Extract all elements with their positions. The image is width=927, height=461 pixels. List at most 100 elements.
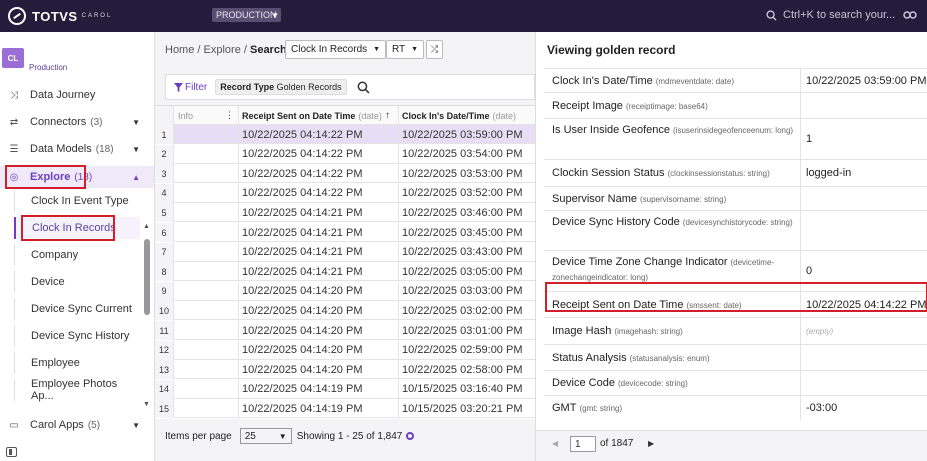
column-divider xyxy=(800,345,801,371)
record-field-row: Device Code (devicecode: string) xyxy=(544,371,927,396)
info-cell[interactable] xyxy=(174,144,239,164)
column-header-clock-in[interactable]: Clock In's Date/Time (date) xyxy=(399,106,535,125)
info-cell[interactable] xyxy=(174,321,239,340)
info-cell[interactable] xyxy=(174,340,239,360)
info-cell[interactable] xyxy=(174,262,239,282)
previous-record-icon[interactable]: ◀ xyxy=(552,439,558,448)
table-row[interactable]: 11 10/22/2025 04:14:20 PM 10/22/2025 03:01… xyxy=(155,321,535,340)
table-row[interactable]: 13 10/22/2025 04:14:20 PM 10/22/2025 02:58… xyxy=(155,360,535,380)
sidebar-item-data-journey[interactable]: ⤨ Data Journey xyxy=(0,84,154,106)
field-key: (clockinsessionstatus: string) xyxy=(667,169,770,178)
sidebar-subitem[interactable]: Device Sync Current xyxy=(14,298,140,320)
scrollbar-thumb[interactable] xyxy=(144,239,150,315)
info-icon[interactable] xyxy=(406,432,415,440)
table-row[interactable]: 1 10/22/2025 04:14:22 PM 10/22/2025 03:59:… xyxy=(155,125,535,144)
field-label: Status Analysis (statusanalysis: enum) xyxy=(552,351,797,366)
sidebar-subitem[interactable]: Device xyxy=(14,271,140,293)
sidebar-subitem[interactable]: Clock In Event Type xyxy=(14,190,140,212)
info-cell[interactable] xyxy=(174,223,239,242)
environment-selector[interactable]: PRODUCTION xyxy=(212,8,281,22)
table-row[interactable]: 15 10/22/2025 04:14:19 PM 10/15/2025 03:20… xyxy=(155,399,535,419)
caret-down-icon[interactable]: ▾ xyxy=(273,10,278,21)
row-number: 1 xyxy=(155,125,174,144)
scroll-up-icon[interactable]: ▲ xyxy=(143,223,150,230)
field-key: (isuserinsidegeofenceenum: long) xyxy=(673,126,794,135)
receipt-sent-cell: 10/22/2025 04:14:20 PM xyxy=(239,281,399,301)
project-header[interactable]: CL Production xyxy=(2,48,67,72)
receipt-sent-cell: 10/22/2025 04:14:21 PM xyxy=(239,203,399,223)
table-row[interactable]: 4 10/22/2025 04:14:22 PM 10/22/2025 03:52:… xyxy=(155,183,535,203)
column-divider xyxy=(800,119,801,160)
model-select[interactable]: Clock In Records ▼ xyxy=(285,40,387,59)
receipt-sent-cell: 10/22/2025 04:14:21 PM xyxy=(239,242,399,262)
field-key: (gmt: string) xyxy=(579,404,623,413)
next-record-icon[interactable]: ▶ xyxy=(648,439,654,448)
global-search[interactable]: Ctrl+K to search your... xyxy=(766,9,895,21)
search-icon[interactable] xyxy=(357,81,370,94)
field-name: Device Code xyxy=(552,377,615,389)
caret-down-icon: ▼ xyxy=(278,431,287,441)
breadcrumb-home[interactable]: Home xyxy=(165,44,194,56)
table-row[interactable]: 7 10/22/2025 04:14:21 PM 10/22/2025 03:43:… xyxy=(155,242,535,262)
header-label: Clock In's Date/Time xyxy=(402,110,490,121)
filter-button[interactable]: Filter xyxy=(174,82,207,93)
info-cell[interactable] xyxy=(174,203,239,223)
info-cell[interactable] xyxy=(174,281,239,301)
totvs-logo[interactable]: TOTVS CAROL xyxy=(8,7,112,25)
info-cell[interactable] xyxy=(174,125,239,144)
sidebar-subitem[interactable]: Employee Photos Ap... xyxy=(14,378,140,402)
table-row[interactable]: 9 10/22/2025 04:14:20 PM 10/22/2025 03:03:… xyxy=(155,281,535,301)
info-cell[interactable] xyxy=(174,379,239,399)
sidebar-scrollbar[interactable]: ▲ ▼ xyxy=(143,223,150,440)
sort-ascending-icon[interactable]: ↑ xyxy=(385,110,390,121)
field-value: (empty) xyxy=(806,327,834,336)
column-header-receipt-sent[interactable]: Receipt Sent on Date Time (date) ↑ xyxy=(239,106,399,125)
field-value: 0 xyxy=(806,265,813,277)
table-row[interactable]: 3 10/22/2025 04:14:22 PM 10/22/2025 03:53:… xyxy=(155,164,535,184)
sidebar-subitem[interactable]: Device Sync History xyxy=(14,325,140,347)
sidebar-item-label: Data Models xyxy=(30,143,92,155)
field-key: (mdmeventdate: date) xyxy=(655,77,734,86)
record-type-select[interactable]: RT ▼ xyxy=(386,40,425,59)
highlight-clock-in-records xyxy=(21,215,115,241)
sidebar-subitem[interactable]: Company xyxy=(14,244,140,266)
shuffle-button[interactable]: ⤮ xyxy=(426,40,443,59)
chevron-down-icon: ▼ xyxy=(132,117,140,127)
info-cell[interactable] xyxy=(174,242,239,262)
table-row[interactable]: 12 10/22/2025 04:14:20 PM 10/22/2025 02:59… xyxy=(155,340,535,360)
sidebar-item-connectors[interactable]: ⇄ Connectors (3) ▼ xyxy=(0,111,154,133)
collapse-sidebar-icon[interactable] xyxy=(6,447,17,457)
column-divider xyxy=(800,187,801,211)
link-icon[interactable] xyxy=(903,9,917,21)
info-cell[interactable] xyxy=(174,399,239,419)
info-cell[interactable] xyxy=(174,301,239,321)
receipt-sent-cell: 10/22/2025 04:14:20 PM xyxy=(239,340,399,360)
header-label: Info xyxy=(178,110,194,121)
sidebar-item-data-models[interactable]: ☰ Data Models (18) ▼ xyxy=(0,138,154,160)
filter-tag-value: Golden Records xyxy=(276,82,342,92)
filter-label: Filter xyxy=(185,81,208,93)
info-cell[interactable] xyxy=(174,164,239,184)
column-header-info[interactable]: Info ⋮ xyxy=(174,106,239,125)
table-row[interactable]: 10 10/22/2025 04:14:20 PM 10/22/2025 03:02… xyxy=(155,301,535,321)
record-field-row: Image Hash (imagehash: string) (empty) xyxy=(544,318,927,345)
field-label: Supervisor Name (supervisorname: string) xyxy=(552,192,797,207)
table-row[interactable]: 14 10/22/2025 04:14:19 PM 10/15/2025 03:16… xyxy=(155,379,535,399)
record-page-input[interactable]: 1 xyxy=(570,436,596,452)
sidebar-item-carol-apps[interactable]: ▭ Carol Apps (5) ▼ xyxy=(0,414,154,436)
sidebar: CL Production ⤨ Data Journey ⇄ Connector… xyxy=(0,32,155,461)
table-row[interactable]: 2 10/22/2025 04:14:22 PM 10/22/2025 03:54:… xyxy=(155,144,535,164)
breadcrumb-explore[interactable]: Explore xyxy=(204,44,241,56)
sidebar-item-count: (5) xyxy=(87,419,101,431)
info-cell[interactable] xyxy=(174,360,239,380)
items-per-page-select[interactable]: 25 ▼ xyxy=(239,428,292,444)
field-name: Is User Inside Geofence xyxy=(552,124,671,136)
table-row[interactable]: 6 10/22/2025 04:14:21 PM 10/22/2025 03:45:… xyxy=(155,223,535,242)
filter-tag[interactable]: Record Type Golden Records xyxy=(215,79,347,95)
table-row[interactable]: 5 10/22/2025 04:14:21 PM 10/22/2025 03:46:… xyxy=(155,203,535,223)
scroll-down-icon[interactable]: ▼ xyxy=(143,401,150,408)
column-menu-icon[interactable]: ⋮ xyxy=(225,110,234,121)
sidebar-subitem[interactable]: Employee xyxy=(14,352,140,374)
info-cell[interactable] xyxy=(174,183,239,203)
table-row[interactable]: 8 10/22/2025 04:14:21 PM 10/22/2025 03:05:… xyxy=(155,262,535,282)
